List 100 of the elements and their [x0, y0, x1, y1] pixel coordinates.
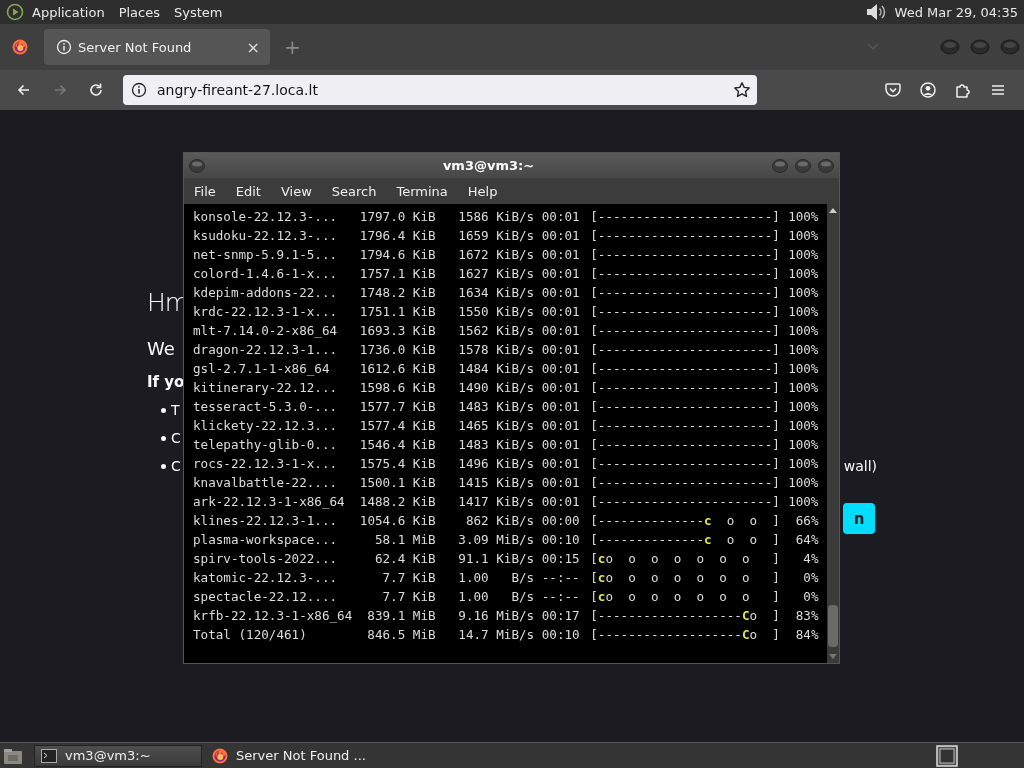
time-remaining: 00:01: [540, 455, 581, 473]
close-tab-button[interactable]: ×: [246, 37, 260, 57]
package-name: rocs-22.12.3-1-x...: [193, 455, 339, 473]
speaker-icon[interactable]: [864, 2, 887, 22]
percent-text: 100%: [787, 379, 819, 397]
package-name: krdc-22.12.3-1-x...: [193, 303, 339, 321]
info-icon: [56, 39, 72, 55]
reload-icon[interactable]: [87, 81, 105, 99]
package-name: knavalbattle-22....: [193, 474, 339, 492]
package-name: kdepim-addons-22...: [193, 284, 339, 302]
menu-item[interactable]: View: [280, 183, 312, 199]
scrollbar-thumb[interactable]: [828, 605, 838, 647]
package-size: 1796.4 KiB: [359, 227, 436, 245]
taskbar-label: Server Not Found ...: [236, 748, 366, 763]
percent-text: 66%: [794, 512, 819, 530]
time-remaining: 00:01: [540, 227, 581, 245]
package-size: 839.1 MiB: [366, 607, 436, 625]
progress-text: [-----------------------]: [589, 455, 777, 473]
menu-item[interactable]: File: [194, 183, 216, 199]
percent-text: 100%: [787, 398, 819, 416]
package-name: spectacle-22.12....: [193, 588, 339, 606]
puzzle-icon[interactable]: [954, 81, 972, 99]
pocket-icon[interactable]: [884, 81, 902, 99]
time-remaining: 00:01: [540, 303, 581, 321]
package-size: 1577.4 KiB: [359, 417, 436, 435]
progress-text: [-----------------------]: [589, 417, 777, 435]
download-rate: 1483 KiB/s: [457, 398, 535, 416]
progress-text: [-----------------------]: [589, 379, 777, 397]
download-rate: 1.00 B/s: [457, 588, 535, 606]
close-button[interactable]: [817, 157, 835, 174]
progress-text: [co o o o o o o ]: [589, 550, 777, 568]
percent-text: 100%: [787, 322, 819, 340]
time-remaining: 00:17: [540, 607, 581, 625]
scroll-up-icon[interactable]: [828, 206, 838, 214]
package-size: 1598.6 KiB: [359, 379, 436, 397]
panel-menu[interactable]: Places: [118, 4, 160, 20]
percent-text: 0%: [802, 569, 819, 587]
percent-text: 4%: [802, 550, 819, 568]
bullet-icon: [161, 407, 166, 413]
percent-text: 100%: [787, 493, 819, 511]
panel-menu[interactable]: System: [174, 4, 223, 20]
download-rate: 9.16 MiB/s: [457, 607, 535, 625]
menu-item[interactable]: Termina: [396, 183, 448, 199]
package-name: konsole-22.12.3-...: [193, 208, 339, 226]
browser-tab[interactable]: Server Not Found ×: [44, 29, 270, 65]
package-size: 1797.0 KiB: [359, 208, 436, 226]
bullet-icon: [161, 463, 166, 469]
package-name: krfb-22.12.3-1-x86_64: [193, 607, 354, 625]
minimize-button[interactable]: [771, 157, 789, 174]
star-icon[interactable]: [733, 81, 751, 99]
package-size: 846.5 MiB: [366, 626, 436, 644]
percent-text: 100%: [787, 360, 819, 378]
download-rate: 862 KiB/s: [464, 512, 535, 530]
taskbar-button[interactable]: Server Not Found ...: [206, 744, 374, 767]
package-size: 1794.6 KiB: [359, 246, 436, 264]
window-menu-button[interactable]: [188, 157, 206, 174]
progress-text: [-----------------------]: [589, 474, 777, 492]
menu-item[interactable]: Help: [467, 183, 498, 199]
account-icon[interactable]: [919, 81, 937, 99]
package-size: 1546.4 KiB: [359, 436, 436, 454]
workspace-switcher-icon[interactable]: [936, 744, 958, 767]
address-bar[interactable]: angry-fireant-27.loca.lt: [123, 75, 757, 105]
package-name: tesseract-5.3.0-...: [193, 398, 339, 416]
try-again-button[interactable]: n: [843, 503, 875, 534]
bullet-text: T: [171, 402, 180, 418]
bullet-text: C: [171, 458, 181, 474]
taskbar-button[interactable]: vm3@vm3:~: [34, 744, 202, 767]
progress-text: [-----------------------]: [589, 208, 777, 226]
percent-text: 100%: [787, 227, 819, 245]
percent-text: 100%: [787, 265, 819, 283]
scrollbar[interactable]: [827, 204, 839, 663]
window-title: vm3@vm3:~: [441, 158, 536, 173]
menu-item[interactable]: Search: [331, 183, 377, 199]
menu-item[interactable]: Edit: [235, 183, 261, 199]
clock[interactable]: Wed Mar 29, 04:35: [894, 4, 1018, 20]
bullet-icon: [161, 435, 166, 441]
download-rate: 1578 KiB/s: [457, 341, 535, 359]
package-size: 7.7 KiB: [381, 588, 436, 606]
time-remaining: 00:01: [540, 341, 581, 359]
progress-text: [-----------------------]: [589, 360, 777, 378]
maximize-button[interactable]: [794, 157, 812, 174]
package-name: klines-22.12.3-1...: [193, 512, 339, 530]
percent-text: 100%: [787, 208, 819, 226]
download-rate: 1483 KiB/s: [457, 436, 535, 454]
scroll-down-icon[interactable]: [828, 653, 838, 661]
progress-text: [-----------------------]: [589, 227, 777, 245]
distro-logo-icon[interactable]: [6, 3, 24, 21]
download-rate: 1465 KiB/s: [457, 417, 535, 435]
firefox-icon[interactable]: [12, 39, 28, 55]
package-name: Total (120/461): [193, 626, 308, 644]
panel-menu[interactable]: Application: [32, 4, 105, 20]
percent-text: 84%: [794, 626, 819, 644]
package-size: 58.1 MiB: [373, 531, 436, 549]
time-remaining: 00:01: [540, 246, 581, 264]
bullet-text: wall): [843, 458, 877, 474]
download-rate: 3.09 MiB/s: [457, 531, 535, 549]
package-size: 1575.4 KiB: [359, 455, 436, 473]
percent-text: 100%: [787, 341, 819, 359]
package-size: 1488.2 KiB: [359, 493, 436, 511]
url-text: angry-fireant-27.loca.lt: [157, 82, 318, 98]
